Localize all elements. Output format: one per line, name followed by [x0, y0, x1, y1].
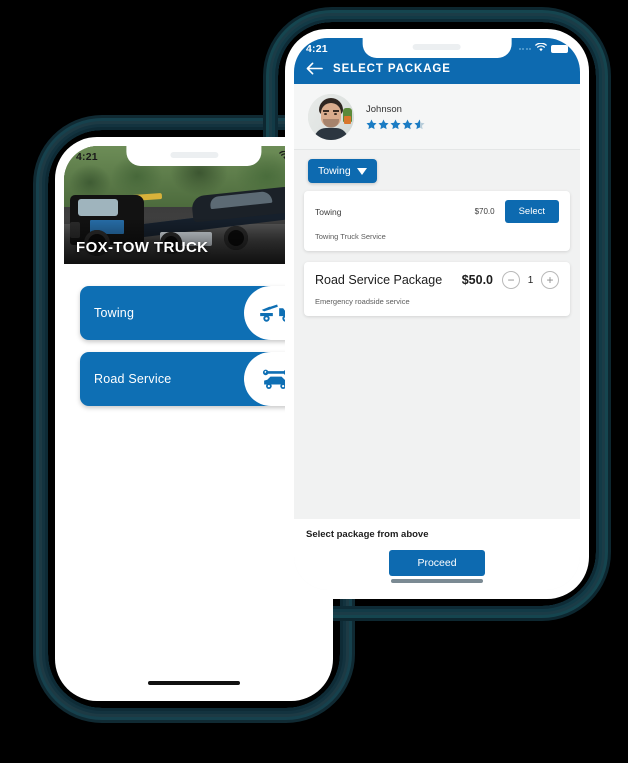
- package-card-road-service[interactable]: Road Service Package $50.0 − 1 + Emergen…: [304, 262, 570, 316]
- wifi-icon: [535, 42, 547, 55]
- proceed-button[interactable]: Proceed: [389, 550, 485, 576]
- provider-name: Johnson: [366, 104, 402, 115]
- service-label: Road Service: [94, 372, 172, 386]
- signal-dots-icon: [518, 48, 531, 50]
- category-label: Towing: [318, 165, 351, 177]
- avatar-plant-pot: [344, 116, 351, 124]
- battery-icon: [551, 44, 568, 54]
- truck-window: [78, 199, 118, 216]
- avatar-eye-right: [334, 113, 337, 115]
- rating-stars: [366, 119, 425, 130]
- avatar-shirt: [314, 128, 348, 140]
- selection-hint: Select package from above: [306, 529, 429, 540]
- package-name: Road Service Package: [315, 273, 443, 287]
- caret-down-icon: [356, 167, 367, 175]
- select-package-app: SELECT PACKAGE 4:21 Johnson Towing Towin…: [294, 38, 580, 590]
- package-header: Towing $70.0 Select: [315, 200, 559, 223]
- star-icon: [402, 119, 413, 130]
- star-icon: [390, 119, 401, 130]
- avatar: [308, 94, 354, 140]
- screenshot-canvas: FOX-TOW TRUCK 4:21 Towing Road Service S…: [0, 0, 628, 763]
- provider-profile: Johnson: [294, 84, 580, 150]
- package-list: Towing $70.0 Select Towing Truck Service…: [294, 191, 580, 519]
- service-card-road-service[interactable]: Road Service: [80, 352, 308, 406]
- avatar-eye-left: [324, 113, 327, 115]
- left-notch: [126, 146, 262, 166]
- service-label: Towing: [94, 306, 135, 320]
- hero-title: FOX-TOW TRUCK: [76, 239, 209, 256]
- service-card-towing[interactable]: Towing: [80, 286, 308, 340]
- page-title: SELECT PACKAGE: [333, 62, 451, 75]
- right-notch: [362, 38, 512, 58]
- package-description: Towing Truck Service: [315, 232, 386, 241]
- filter-row: Towing: [294, 150, 580, 191]
- package-card-towing[interactable]: Towing $70.0 Select Towing Truck Service: [304, 191, 570, 251]
- avatar-brow-right: [333, 110, 339, 112]
- select-button[interactable]: Select: [504, 200, 559, 223]
- status-time: 4:21: [306, 43, 328, 55]
- quantity-value: 1: [527, 274, 534, 286]
- provider-info: Johnson: [366, 104, 425, 130]
- status-time: 4:21: [76, 151, 98, 163]
- right-phone-frame: SELECT PACKAGE 4:21 Johnson Towing Towin…: [285, 29, 589, 599]
- package-price: $70.0: [474, 207, 495, 216]
- package-header: Road Service Package $50.0 − 1 +: [315, 271, 559, 289]
- increase-quantity-button[interactable]: +: [541, 271, 559, 289]
- avatar-brow-left: [323, 110, 329, 112]
- speaker-pill: [413, 44, 461, 50]
- decrease-quantity-button[interactable]: −: [502, 271, 520, 289]
- right-phone-screen: SELECT PACKAGE 4:21 Johnson Towing Towin…: [294, 38, 580, 590]
- speaker-pill: [170, 152, 218, 158]
- package-description: Emergency roadside service: [315, 297, 410, 306]
- home-indicator[interactable]: [148, 681, 240, 685]
- star-icon-half: [414, 119, 425, 130]
- star-icon: [378, 119, 389, 130]
- category-dropdown[interactable]: Towing: [308, 159, 377, 183]
- quantity-stepper: − 1 +: [502, 271, 559, 289]
- package-price: $50.0: [461, 273, 493, 287]
- status-icons: [518, 42, 568, 55]
- home-indicator[interactable]: [391, 579, 483, 583]
- package-name: Towing: [315, 206, 342, 217]
- proceed-row: Proceed: [306, 550, 568, 576]
- back-arrow-icon[interactable]: [306, 62, 323, 75]
- star-icon: [366, 119, 377, 130]
